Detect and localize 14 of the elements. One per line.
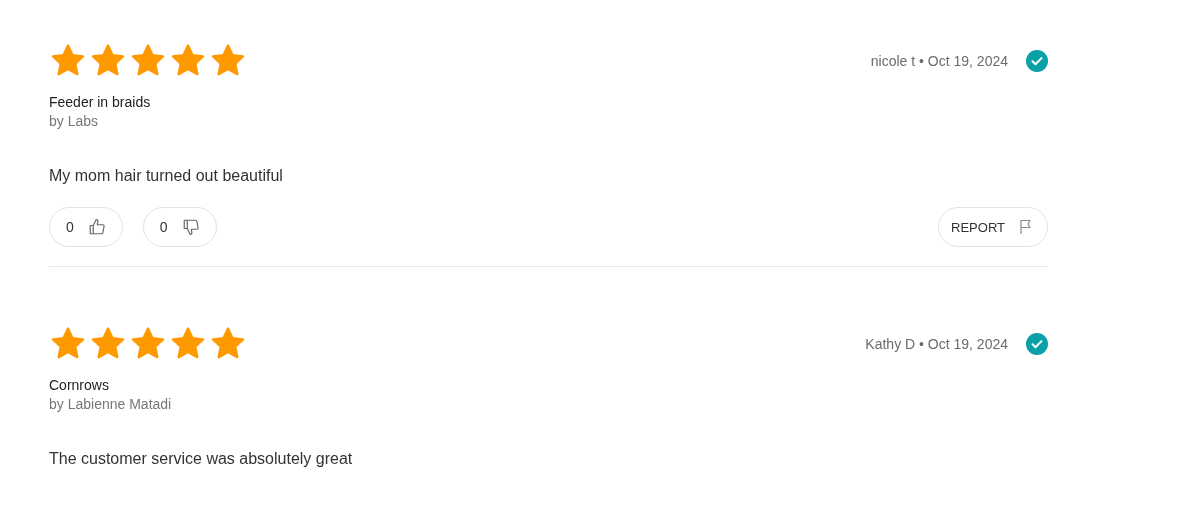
reviewer-and-date: nicole t • Oct 19, 2024: [870, 53, 1008, 69]
reviewer-and-date: Kathy D • Oct 19, 2024: [865, 336, 1008, 352]
product-byline: by Labienne Matadi: [49, 396, 173, 412]
helpful-button[interactable]: 0: [49, 207, 123, 247]
review-text: My mom hair turned out beautiful: [49, 167, 284, 185]
flag-icon: [1019, 219, 1033, 235]
unhelpful-button[interactable]: 0: [142, 207, 217, 247]
product-title: Cornrows: [49, 377, 110, 393]
thumbs-up-icon: [87, 218, 106, 236]
review-text: The customer service was absolutely great: [49, 450, 354, 468]
report-button[interactable]: REPORT: [938, 207, 1048, 247]
product-byline: by Labs: [49, 113, 100, 129]
product-title: Feeder in braids: [49, 94, 152, 110]
thumbs-down-icon: [181, 218, 200, 236]
